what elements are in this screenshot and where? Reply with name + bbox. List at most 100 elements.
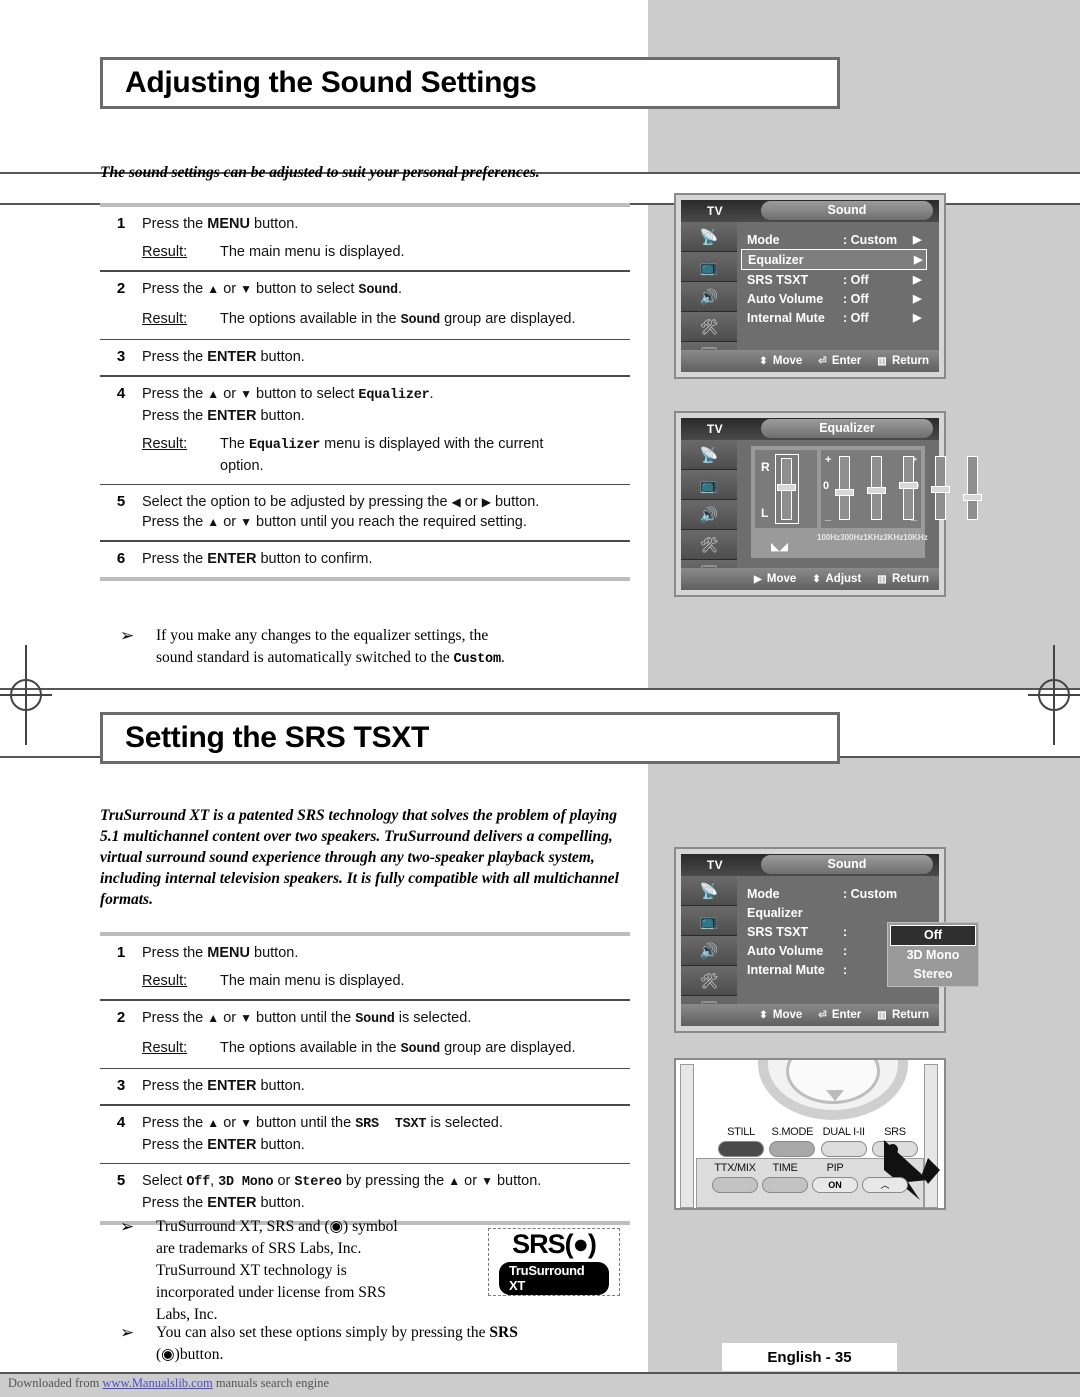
band-slider-knob[interactable] — [931, 485, 950, 493]
osd-row-label: Auto Volume — [747, 943, 824, 958]
download-suffix: manuals search engine — [212, 1376, 329, 1390]
feature-icon[interactable]: 🛠 — [681, 966, 737, 996]
pip-button[interactable]: PIP ON — [812, 1162, 858, 1193]
step-body: Press the ▲ or ▼ button to select Equali… — [142, 384, 630, 476]
time-key-icon[interactable] — [762, 1177, 808, 1193]
chevron-right-icon: ▶ — [913, 312, 922, 324]
manual-page: Adjusting the Sound Settings The sound s… — [0, 0, 1080, 1397]
srs-tsxt-dropdown[interactable]: Off 3D Mono Stereo — [887, 922, 979, 987]
result-label: Result: — [142, 1039, 188, 1056]
tv-set-icon[interactable]: 📺 — [681, 470, 737, 500]
dropdown-option-stereo[interactable]: Stereo — [890, 965, 976, 984]
antenna-icon[interactable]: 📡 — [681, 876, 737, 906]
band-slider-knob[interactable] — [835, 489, 854, 497]
dual-key-icon[interactable] — [820, 1141, 867, 1157]
feature-icon[interactable]: 🛠 — [681, 530, 737, 560]
smode-key-icon[interactable] — [769, 1141, 816, 1157]
step-result: Result: The options available in the Sou… — [142, 309, 630, 331]
step-result: Result: The Equalizer menu is displayed … — [142, 434, 630, 476]
feature-icon[interactable]: 🛠 — [681, 312, 737, 342]
band-slider-knob[interactable] — [899, 481, 918, 489]
osd-tv-label: TV — [706, 422, 724, 436]
hint-return: ▥ Return — [877, 573, 929, 585]
speaker-icon[interactable]: 🔊 — [681, 936, 737, 966]
speaker-icon[interactable]: 🔊 — [681, 282, 737, 312]
balance-slider-group[interactable]: R L — [755, 450, 817, 528]
dual-button[interactable]: DUAL I-II — [820, 1126, 867, 1157]
still-key-icon[interactable] — [718, 1141, 764, 1157]
band-slider-track[interactable] — [967, 456, 978, 520]
osd-rows: Mode : Custom ▶ Equalizer ▶ SRS TSXT : O… — [737, 222, 939, 348]
up-button[interactable]: ︿ — [862, 1162, 908, 1193]
band-slider-track[interactable] — [839, 456, 850, 520]
step-row: 5 Select Off, 3D Mono or Stereo by press… — [100, 1164, 630, 1221]
result-text: The options available in the Sound group… — [220, 310, 576, 328]
balance-slider-knob[interactable] — [777, 484, 796, 491]
still-button[interactable]: STILL — [718, 1126, 764, 1157]
osd-menu-title: Equalizer — [761, 419, 933, 438]
remote-bottom-button-row: TTX/MIX TIME PIP ON ︿ — [712, 1162, 908, 1193]
result-text: The options available in the Sound group… — [220, 1039, 576, 1057]
osd-row-mode[interactable]: Mode : Custom ▶ — [737, 230, 939, 249]
osd-row-mode[interactable]: Mode : Custom — [737, 884, 939, 903]
menu-key-icon: ▥ — [877, 356, 887, 367]
band-label: 10KHz — [903, 532, 928, 542]
step-line: Press the MENU button. — [142, 216, 299, 232]
ttx-mix-button[interactable]: TTX/MIX — [712, 1162, 758, 1193]
antenna-icon[interactable]: 📡 — [681, 440, 737, 470]
zero-label-left: 0 — [823, 480, 830, 492]
result-text: The main menu is displayed. — [220, 973, 405, 989]
note-equalizer-custom: ➢ If you make any changes to the equaliz… — [100, 625, 640, 671]
band-slider-knob[interactable] — [867, 487, 886, 495]
dropdown-option-3d-mono[interactable]: 3D Mono — [890, 946, 976, 965]
step-line: Press the ▲ or ▼ button to select Sound. — [142, 280, 402, 298]
note-srs-trademark: ➢ TruSurround XT, SRS and (◉) symbol are… — [100, 1216, 500, 1326]
step-row: 5 Select the option to be adjusted by pr… — [100, 485, 630, 540]
step-row: 1 Press the MENU button. Result: The mai… — [100, 207, 630, 270]
note-line: You can also set these options simply by… — [156, 1324, 518, 1341]
balance-right-label: R — [761, 460, 770, 474]
hint-adjust: ⬍ Adjust — [812, 573, 862, 585]
band-label: 300Hz — [840, 532, 864, 542]
enter-key-icon: ⏎ — [818, 1010, 827, 1021]
chevron-right-icon: ▶ — [914, 254, 923, 266]
time-button[interactable]: TIME — [762, 1162, 808, 1193]
steps-rule — [100, 576, 630, 581]
remote-edge-left — [680, 1064, 694, 1208]
smode-button[interactable]: S.MODE — [769, 1126, 816, 1157]
osd-sound-menu-2: TV Sound 📡 📺 🔊 🛠 🗔 Mode : Custom Equaliz… — [674, 847, 979, 1033]
pip-label: PIP — [826, 1162, 844, 1174]
chevron-up-icon[interactable]: ︿ — [862, 1177, 908, 1193]
menu-key-icon: ▥ — [877, 574, 887, 585]
note-bullet-icon: ➢ — [120, 1323, 135, 1342]
note-srs-button: ➢ You can also set these options simply … — [100, 1322, 640, 1366]
dropdown-option-off[interactable]: Off — [890, 925, 976, 946]
pip-on-key-icon[interactable]: ON — [812, 1177, 858, 1193]
step-body: Press the ENTER button to confirm. — [142, 549, 630, 569]
ttx-mix-key-icon[interactable] — [712, 1177, 758, 1193]
osd-footer-hints: ⬍ Move ⏎ Enter ▥ Return — [681, 350, 939, 372]
chevron-right-icon: ▶ — [913, 293, 922, 305]
osd-row-srs-tsxt[interactable]: SRS TSXT : Off ▶ — [737, 270, 939, 289]
tv-set-icon[interactable]: 📺 — [681, 906, 737, 936]
updown-icon: ⬍ — [759, 1010, 768, 1021]
note-line: are trademarks of SRS Labs, Inc. — [156, 1240, 362, 1257]
manualslib-link[interactable]: www.Manualslib.com — [102, 1376, 212, 1390]
osd-row-value: : Off — [843, 291, 869, 306]
hint-enter: ⏎ Enter — [818, 355, 862, 367]
step-line: Press the ▲ or ▼ button until the SRS TS… — [142, 1114, 503, 1132]
osd-tv-label: TV — [706, 204, 724, 218]
osd-row-auto-volume[interactable]: Auto Volume : Off ▶ — [737, 289, 939, 308]
osd-row-value: : Custom — [843, 886, 898, 901]
step-row: 2 Press the ▲ or ▼ button until the Soun… — [100, 1001, 630, 1068]
osd-row-equalizer[interactable]: Equalizer — [737, 903, 939, 922]
speaker-icon[interactable]: 🔊 — [681, 500, 737, 530]
band-label: 100Hz — [817, 532, 841, 542]
antenna-icon[interactable]: 📡 — [681, 222, 737, 252]
note-line: If you make any changes to the equalizer… — [156, 627, 489, 644]
step-row: 2 Press the ▲ or ▼ button to select Soun… — [100, 272, 630, 339]
osd-row-internal-mute[interactable]: Internal Mute : Off ▶ — [737, 308, 939, 327]
osd-row-equalizer[interactable]: Equalizer ▶ — [741, 249, 927, 270]
band-slider-knob[interactable] — [963, 493, 982, 501]
tv-set-icon[interactable]: 📺 — [681, 252, 737, 282]
